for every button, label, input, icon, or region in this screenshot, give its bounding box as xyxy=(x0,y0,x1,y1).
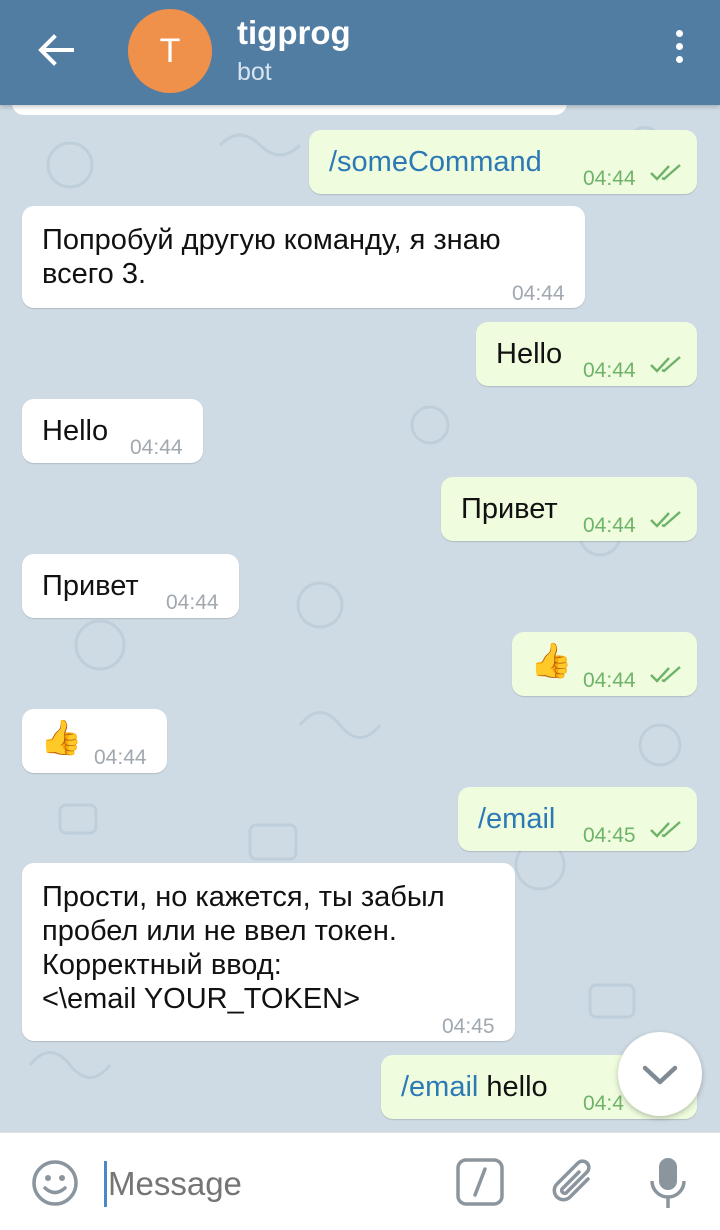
message-text: Попробуй другую команду, я знаю всего 3. xyxy=(42,224,501,290)
thumbs-up-emoji: 👍 xyxy=(530,642,573,680)
double-check-icon xyxy=(650,356,681,373)
command-link[interactable]: /email xyxy=(401,1071,478,1103)
command-link[interactable]: /someCommand xyxy=(329,145,542,179)
message-text: Hello xyxy=(496,338,563,370)
text-cursor xyxy=(104,1161,107,1207)
message-text: Hello xyxy=(42,415,109,447)
message-bubble-incoming[interactable]: Привет 04:44 xyxy=(22,554,239,618)
avatar[interactable]: T xyxy=(128,9,212,93)
paperclip-icon[interactable] xyxy=(548,1155,600,1211)
message-time: 04:44 xyxy=(583,514,636,537)
double-check-icon xyxy=(650,666,681,683)
message-bubble-outgoing[interactable]: Hello 04:44 xyxy=(476,322,697,386)
message-time: 04:44 xyxy=(583,167,636,190)
message-input[interactable] xyxy=(108,1165,438,1203)
message-time: 04:44 xyxy=(583,359,636,382)
slash-command-icon[interactable] xyxy=(455,1157,505,1207)
chevron-down-icon xyxy=(642,1065,678,1085)
message-bubble-incoming[interactable]: Прости, но кажется, ты забыл пробел или … xyxy=(22,863,515,1041)
message-text: Привет xyxy=(461,493,558,525)
message-time: 04:44 xyxy=(94,746,147,769)
message-bubble-outgoing[interactable]: /someCommand 04:44 xyxy=(309,130,697,194)
message-text-rest: hello xyxy=(478,1071,548,1103)
message-bubble-incoming[interactable]: Попробуй другую команду, я знаю всего 3.… xyxy=(22,206,585,308)
message-bubble-outgoing[interactable]: 👍 04:44 xyxy=(512,632,697,696)
message-list[interactable]: /someCommand 04:44 Попробуй другую коман… xyxy=(0,105,720,1132)
message-text: Прости, но кажется, ты забыл пробел или … xyxy=(42,881,445,1015)
more-vertical-icon[interactable] xyxy=(674,30,684,72)
message-text: Привет xyxy=(42,570,139,602)
chat-title[interactable]: tigprog xyxy=(237,14,351,52)
message-time: 04:45 xyxy=(442,1015,495,1038)
message-time: 04:44 xyxy=(130,436,183,459)
chat-header: T tigprog bot xyxy=(0,0,720,105)
message-bubble-outgoing[interactable]: Привет 04:44 xyxy=(441,477,697,541)
message-time: 04:44 xyxy=(512,282,565,305)
scroll-down-button[interactable] xyxy=(618,1032,702,1116)
message-input-bar xyxy=(0,1132,720,1230)
thumbs-up-emoji: 👍 xyxy=(40,719,83,757)
smile-icon[interactable] xyxy=(30,1158,80,1208)
command-link[interactable]: /email xyxy=(478,802,555,836)
partial-message-bubble xyxy=(12,105,567,115)
message-time: 04:44 xyxy=(166,591,219,614)
microphone-icon[interactable] xyxy=(646,1155,690,1211)
arrow-left-icon[interactable] xyxy=(34,28,78,72)
message-time: 04:45 xyxy=(583,824,636,847)
chat-subtitle: bot xyxy=(237,58,272,86)
double-check-icon xyxy=(650,164,681,181)
double-check-icon xyxy=(650,511,681,528)
message-time: 04:44 xyxy=(583,669,636,692)
message-bubble-incoming[interactable]: Hello 04:44 xyxy=(22,399,203,463)
double-check-icon xyxy=(650,821,681,838)
message-bubble-outgoing[interactable]: /email 04:45 xyxy=(458,787,697,851)
message-bubble-incoming[interactable]: 👍 04:44 xyxy=(22,709,167,773)
message-text: /email hello xyxy=(401,1070,548,1104)
